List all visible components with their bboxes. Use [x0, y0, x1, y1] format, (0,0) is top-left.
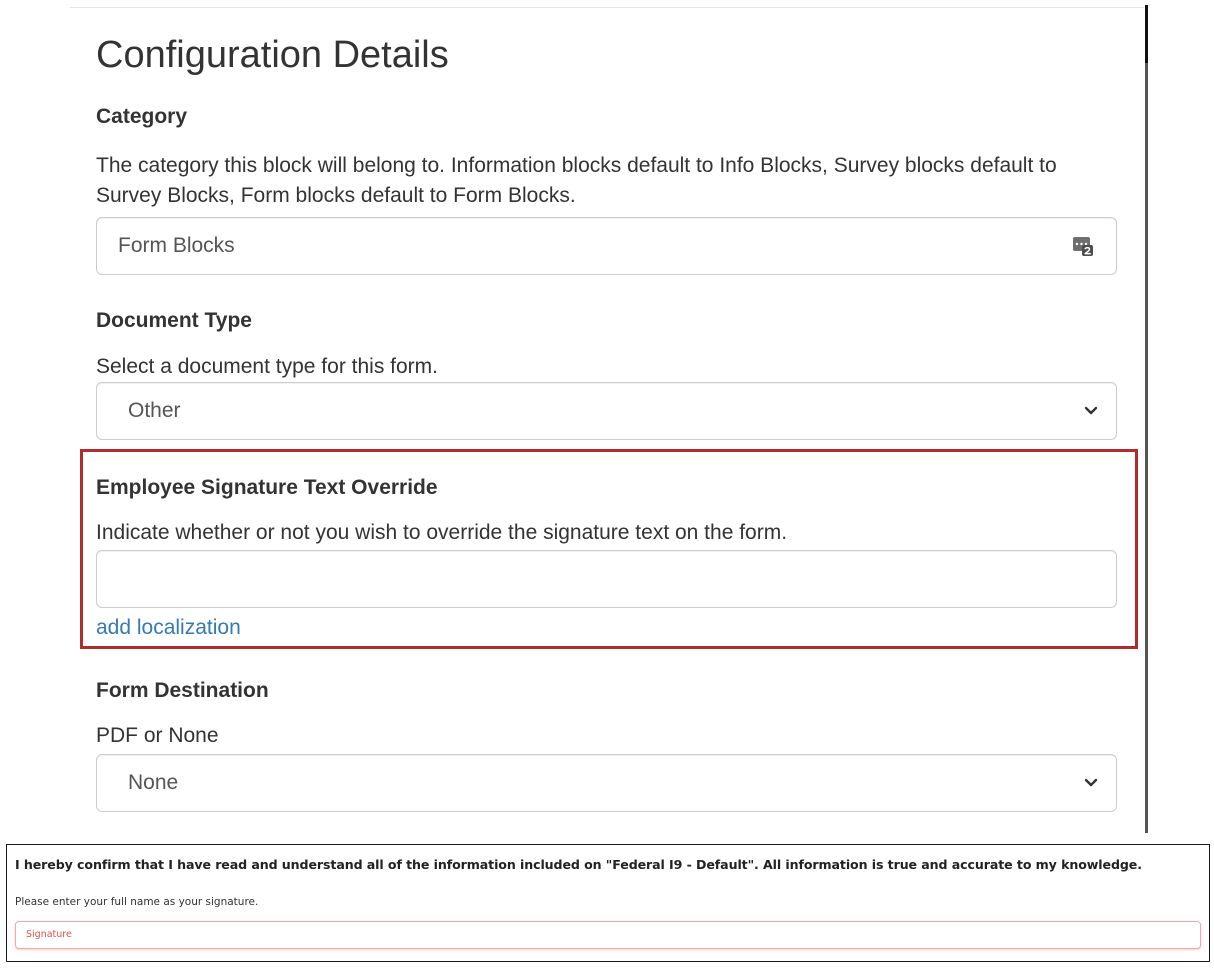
signature-placeholder: Signature — [26, 929, 72, 940]
add-localization-link[interactable]: add localization — [96, 614, 241, 642]
panel-scrollbar-thumb[interactable] — [1145, 5, 1148, 63]
signature-override-input[interactable] — [96, 550, 1117, 608]
category-label: Category — [96, 105, 188, 128]
panel-top-divider — [70, 7, 1144, 8]
preview-instruction-text: Please enter your full name as your sign… — [15, 896, 259, 908]
category-picker[interactable]: Form Blocks — [96, 217, 1117, 275]
form-destination-select[interactable]: None — [96, 754, 1117, 812]
signature-input[interactable]: Signature — [15, 921, 1201, 949]
document-type-help-text: Select a document type for this form. — [96, 355, 438, 378]
document-type-label: Document Type — [96, 309, 252, 332]
form-destination-value: None — [128, 771, 179, 794]
preview-confirmation-text: I hereby confirm that I have read and un… — [15, 857, 1142, 872]
chevron-down-icon — [1084, 406, 1098, 415]
signature-preview-panel: I hereby confirm that I have read and un… — [6, 844, 1210, 962]
signature-override-help-text: Indicate whether or not you wish to over… — [96, 521, 788, 544]
page-title: Configuration Details — [96, 34, 449, 76]
category-help-text: The category this block will belong to. … — [96, 154, 1057, 207]
form-destination-label: Form Destination — [96, 679, 269, 702]
document-type-value: Other — [128, 399, 181, 422]
signature-override-label: Employee Signature Text Override — [96, 476, 438, 499]
document-type-select[interactable]: Other — [96, 382, 1117, 440]
category-picker-icon[interactable] — [1072, 235, 1094, 257]
category-value: Form Blocks — [118, 234, 235, 257]
chevron-down-icon — [1084, 778, 1098, 787]
panel-scrollbar[interactable] — [1145, 5, 1148, 833]
form-destination-help-text: PDF or None — [96, 724, 219, 747]
